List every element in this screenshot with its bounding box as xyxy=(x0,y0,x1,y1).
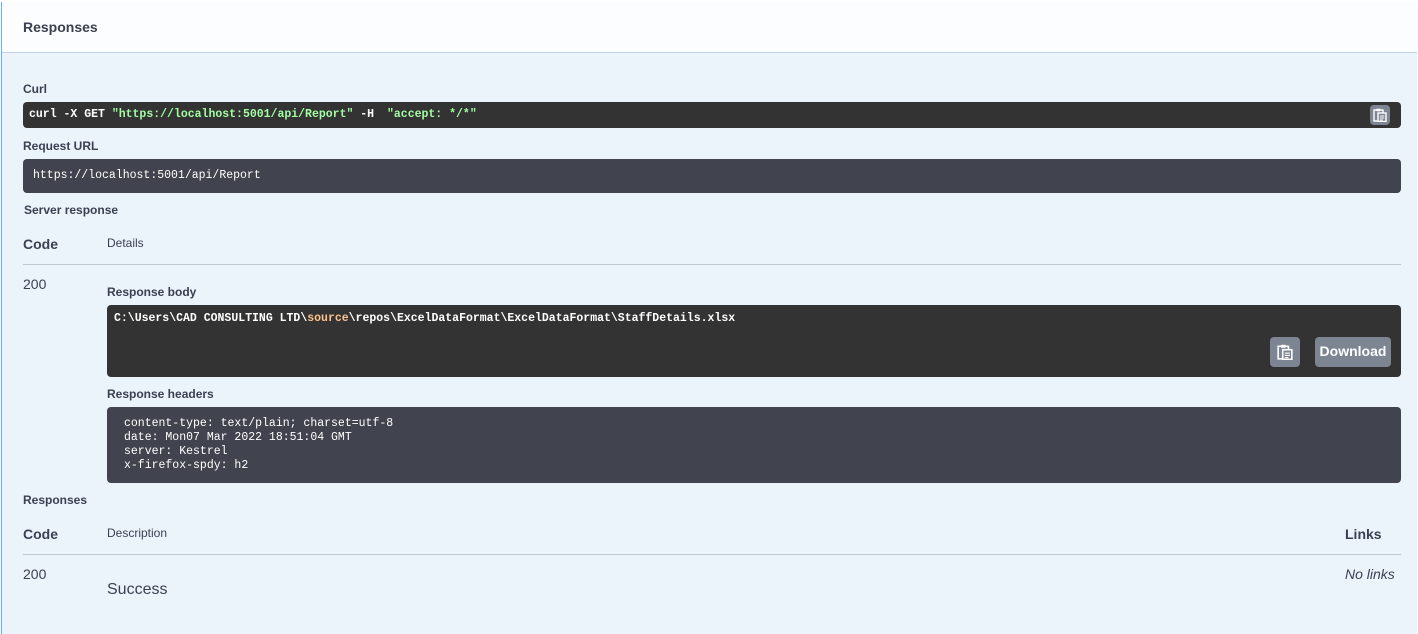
response-headers-block: content-type: text/plain; charset=utf-8 … xyxy=(107,407,1401,483)
response-body-block: C:\Users\CAD CONSULTING LTD\source\repos… xyxy=(107,305,1401,377)
request-url-block: https://localhost:5001/api/Report xyxy=(23,159,1401,193)
response-body-path-highlight: source xyxy=(307,312,349,325)
response-body-path-start: C:\Users\CAD CONSULTING LTD\ xyxy=(114,312,308,325)
request-url-label: Request URL xyxy=(23,139,99,153)
curl-code-block: curl -X GET "https://localhost:5001/api/… xyxy=(23,102,1401,128)
response-headers-label: Response headers xyxy=(107,387,214,401)
curl-label: Curl xyxy=(23,82,47,96)
response-row-description: Success xyxy=(107,581,168,598)
responses-panel: Responses Curl curl -X GET "https://loca… xyxy=(1,2,1417,634)
responses-links-header: Links xyxy=(1345,526,1382,542)
server-response-code: 200 xyxy=(23,276,47,292)
panel-title: Responses xyxy=(23,19,98,35)
response-body-label: Response body xyxy=(107,285,197,299)
curl-url: "https://localhost:5001/api/Report" xyxy=(111,108,354,121)
response-header-line: x-firefox-spdy: h2 xyxy=(124,459,249,472)
responses-label: Responses xyxy=(23,493,88,507)
copy-response-body-button[interactable] xyxy=(1270,337,1300,367)
responses-code-header: Code xyxy=(23,526,58,542)
response-row-code: 200 xyxy=(23,566,47,582)
clipboard-copy-icon xyxy=(1373,108,1387,122)
response-header-line: content-type: text/plain; charset=utf-8 xyxy=(124,417,394,430)
curl-header: "accept: */*" xyxy=(387,108,477,121)
responses-table-divider xyxy=(23,554,1401,555)
response-row-links: No links xyxy=(1345,566,1395,582)
server-code-header: Code xyxy=(23,236,58,252)
response-header-line: date: Mon07 Mar 2022 18:51:04 GMT xyxy=(124,431,352,444)
clipboard-copy-icon xyxy=(1277,344,1293,360)
curl-command: curl -X GET xyxy=(29,108,105,121)
copy-curl-button[interactable] xyxy=(1370,105,1390,125)
server-response-label: Server response xyxy=(24,203,119,217)
server-table-divider xyxy=(23,264,1401,265)
panel-header: Responses xyxy=(2,2,1417,53)
download-button[interactable]: Download xyxy=(1315,337,1391,367)
server-details-header: Details xyxy=(107,236,144,250)
response-header-line: server: Kestrel xyxy=(124,445,228,458)
response-body-path-end: \repos\ExcelDataFormat\ExcelDataFormat\S… xyxy=(348,312,736,325)
request-url-value: https://localhost:5001/api/Report xyxy=(33,169,261,182)
responses-description-header: Description xyxy=(107,526,168,540)
curl-flag: -H xyxy=(360,108,375,121)
